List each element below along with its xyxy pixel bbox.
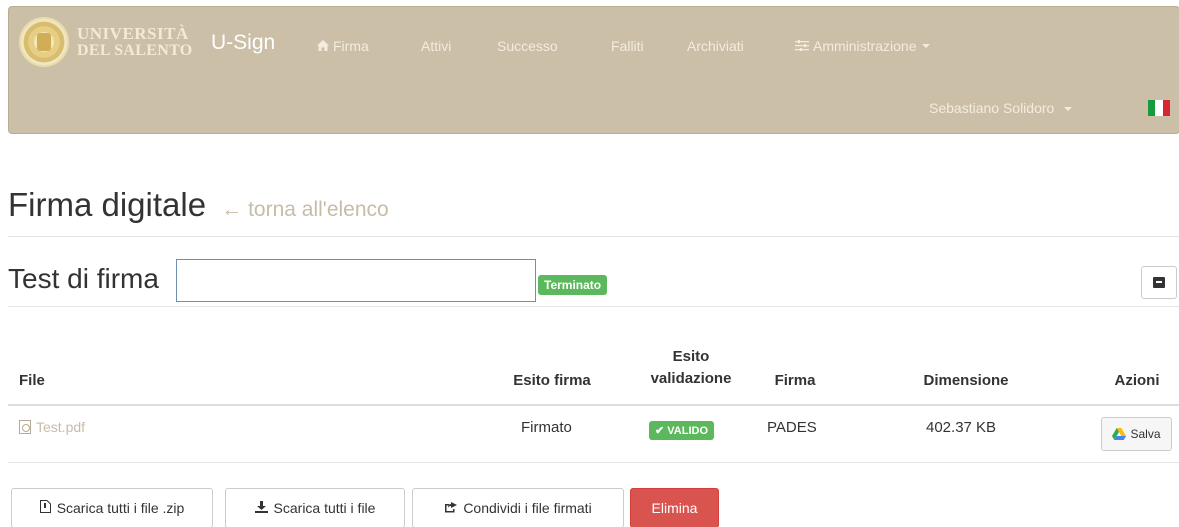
column-header-dimensione: Dimensione bbox=[923, 372, 1009, 389]
file-link[interactable]: Test.pdf bbox=[19, 419, 85, 435]
file-name: Test.pdf bbox=[36, 419, 86, 435]
nav-item-amministrazione-label: Amministrazione bbox=[813, 38, 917, 54]
nav-item-attivi[interactable]: Attivi bbox=[421, 38, 451, 54]
share-signed-label: Condividi i file firmati bbox=[463, 500, 592, 516]
university-seal-icon bbox=[19, 17, 69, 67]
nav-item-successo[interactable]: Successo bbox=[497, 38, 558, 54]
table-header-divider bbox=[8, 404, 1179, 406]
top-navbar: UNIVERSITÀ DEL SALENTO U-Sign Firma Atti… bbox=[8, 6, 1179, 134]
download-zip-label: Scarica tutti i file .zip bbox=[56, 500, 185, 516]
nav-item-amministrazione[interactable]: Amministrazione bbox=[795, 38, 931, 54]
save-to-drive-label: Salva bbox=[1130, 427, 1161, 441]
university-name-line2: DEL SALENTO bbox=[77, 42, 193, 59]
user-menu[interactable]: Sebastiano Solidoro bbox=[929, 100, 1073, 116]
delete-button[interactable]: Elimina bbox=[630, 488, 719, 527]
signature-type: PADES bbox=[767, 419, 817, 436]
download-zip-button[interactable]: Scarica tutti i file .zip bbox=[11, 488, 213, 527]
page-title-text: Firma digitale bbox=[8, 186, 207, 223]
main-nav: Firma Attivi Successo Falliti Archiviati… bbox=[317, 38, 931, 54]
save-to-drive-button[interactable]: Salva bbox=[1101, 417, 1172, 451]
column-header-esito-firma: Esito firma bbox=[513, 372, 591, 389]
divider bbox=[8, 306, 1179, 307]
row-divider bbox=[8, 462, 1179, 463]
request-title: Test di firma bbox=[8, 263, 159, 294]
nav-item-firma[interactable]: Firma bbox=[317, 38, 369, 54]
page-title: Firma digitale ← torna all'elenco bbox=[8, 186, 389, 224]
archive-button[interactable] bbox=[1141, 266, 1177, 299]
brand-logo[interactable]: UNIVERSITÀ DEL SALENTO bbox=[19, 17, 193, 67]
italy-flag-icon[interactable] bbox=[1148, 100, 1170, 116]
share-signed-button[interactable]: Condividi i file firmati bbox=[412, 488, 624, 527]
column-header-azioni: Azioni bbox=[1114, 372, 1160, 389]
user-name: Sebastiano Solidoro bbox=[929, 100, 1055, 116]
validation-badge: ✔ VALIDO bbox=[649, 421, 715, 440]
share-icon bbox=[444, 501, 458, 516]
download-icon bbox=[254, 500, 268, 516]
arrow-left-icon: ← bbox=[221, 198, 243, 221]
divider bbox=[8, 236, 1179, 237]
chevron-down-icon bbox=[1064, 107, 1073, 112]
column-header-esito-validazione-line2: validazione bbox=[650, 370, 732, 387]
university-name-line1: UNIVERSITÀ bbox=[77, 24, 189, 43]
validation-badge-label: VALIDO bbox=[667, 425, 709, 437]
check-icon: ✔ bbox=[655, 425, 665, 437]
nav-item-firma-label: Firma bbox=[333, 38, 369, 54]
column-header-esito-validazione-line1: Esito bbox=[672, 348, 710, 365]
nav-item-falliti[interactable]: Falliti bbox=[611, 38, 644, 54]
signature-result: Firmato bbox=[521, 419, 572, 436]
app-name[interactable]: U-Sign bbox=[211, 31, 275, 55]
download-all-label: Scarica tutti i file bbox=[273, 500, 376, 516]
university-name: UNIVERSITÀ DEL SALENTO bbox=[77, 25, 193, 59]
status-badge: Terminato bbox=[538, 275, 608, 295]
column-header-file: File bbox=[19, 372, 45, 389]
pdf-file-icon bbox=[19, 420, 31, 434]
zip-file-icon bbox=[39, 500, 51, 516]
nav-item-archiviati[interactable]: Archiviati bbox=[687, 38, 744, 54]
request-title-input[interactable] bbox=[176, 259, 536, 302]
chevron-down-icon bbox=[922, 44, 931, 48]
column-header-esito-validazione: Esito validazione bbox=[640, 346, 742, 390]
google-drive-icon bbox=[1112, 428, 1127, 440]
home-icon bbox=[317, 39, 329, 54]
file-size: 402.37 KB bbox=[926, 419, 997, 436]
back-to-list-link[interactable]: ← torna all'elenco bbox=[221, 198, 388, 221]
download-all-button[interactable]: Scarica tutti i file bbox=[225, 488, 405, 527]
sliders-icon bbox=[795, 39, 809, 54]
column-header-firma: Firma bbox=[774, 372, 816, 389]
archive-icon bbox=[1153, 277, 1165, 288]
back-to-list-label: torna all'elenco bbox=[248, 198, 389, 221]
